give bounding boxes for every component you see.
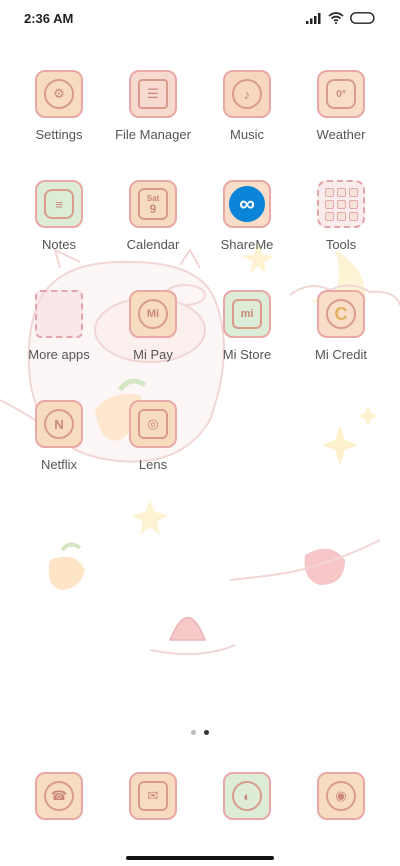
app-label: Notes (42, 237, 76, 252)
camera-icon: ◉ (317, 772, 365, 820)
dock-messages[interactable]: ✉ (106, 772, 200, 820)
calendar-icon: Sat 9 (129, 180, 177, 228)
phone-icon: ☎ (35, 772, 83, 820)
app-label: Weather (316, 127, 366, 142)
page-dot[interactable] (191, 730, 196, 735)
app-label: ShareMe (220, 237, 274, 252)
app-label: Tools (325, 237, 357, 252)
netflix-icon: N (35, 400, 83, 448)
folder-icon (35, 290, 83, 338)
lens-icon: ◎ (129, 400, 177, 448)
mi-pay-icon: Mi (129, 290, 177, 338)
app-label: Mi Credit (314, 347, 367, 362)
settings-icon: ⚙ (35, 70, 83, 118)
app-weather[interactable]: 0° Weather (294, 70, 388, 142)
app-mi-pay[interactable]: Mi Mi Pay (106, 290, 200, 362)
notes-icon: ≡ (35, 180, 83, 228)
app-label: Mi Store (222, 347, 272, 362)
file-manager-icon: ☰ (129, 70, 177, 118)
status-bar: 2:36 AM (0, 0, 400, 36)
app-shareme[interactable]: ∞ ShareMe (200, 180, 294, 252)
app-folder-more-apps[interactable]: More apps (12, 290, 106, 362)
app-file-manager[interactable]: ☰ File Manager (106, 70, 200, 142)
home-app-grid: ⚙ Settings ☰ File Manager ♪ Music 0° Wea… (12, 70, 388, 472)
messages-icon: ✉ (129, 772, 177, 820)
folder-icon (317, 180, 365, 228)
app-label: Settings (35, 127, 83, 142)
browser-icon: ◐ (223, 772, 271, 820)
app-mi-store[interactable]: mi Mi Store (200, 290, 294, 362)
app-label: File Manager (115, 127, 191, 142)
app-label: Mi Pay (133, 347, 173, 362)
app-music[interactable]: ♪ Music (200, 70, 294, 142)
app-label: Music (230, 127, 264, 142)
app-label: Netflix (40, 457, 78, 472)
mi-credit-icon: C (317, 290, 365, 338)
app-notes[interactable]: ≡ Notes (12, 180, 106, 252)
wifi-icon (328, 12, 344, 24)
weather-icon: 0° (317, 70, 365, 118)
page-dot-active[interactable] (204, 730, 209, 735)
mi-store-icon: mi (223, 290, 271, 338)
app-mi-credit[interactable]: C Mi Credit (294, 290, 388, 362)
dock-browser[interactable]: ◐ (200, 772, 294, 820)
dock-phone[interactable]: ☎ (12, 772, 106, 820)
dock-camera[interactable]: ◉ (294, 772, 388, 820)
shareme-icon: ∞ (223, 180, 271, 228)
page-indicator (0, 730, 400, 735)
music-icon: ♪ (223, 70, 271, 118)
app-label: Lens (138, 457, 168, 472)
dock: ☎ ✉ ◐ ◉ (12, 772, 388, 820)
app-label: More apps (28, 347, 90, 362)
app-lens[interactable]: ◎ Lens (106, 400, 200, 472)
home-gesture-bar[interactable] (126, 856, 274, 860)
app-folder-tools[interactable]: Tools (294, 180, 388, 252)
status-icons (306, 12, 376, 24)
calendar-date-label: 9 (149, 202, 157, 216)
app-netflix[interactable]: N Netflix (12, 400, 106, 472)
app-settings[interactable]: ⚙ Settings (12, 70, 106, 142)
battery-icon (350, 12, 375, 24)
signal-icon (306, 13, 321, 24)
app-calendar[interactable]: Sat 9 Calendar (106, 180, 200, 252)
app-label: Calendar (126, 237, 180, 252)
status-time: 2:36 AM (24, 10, 74, 26)
